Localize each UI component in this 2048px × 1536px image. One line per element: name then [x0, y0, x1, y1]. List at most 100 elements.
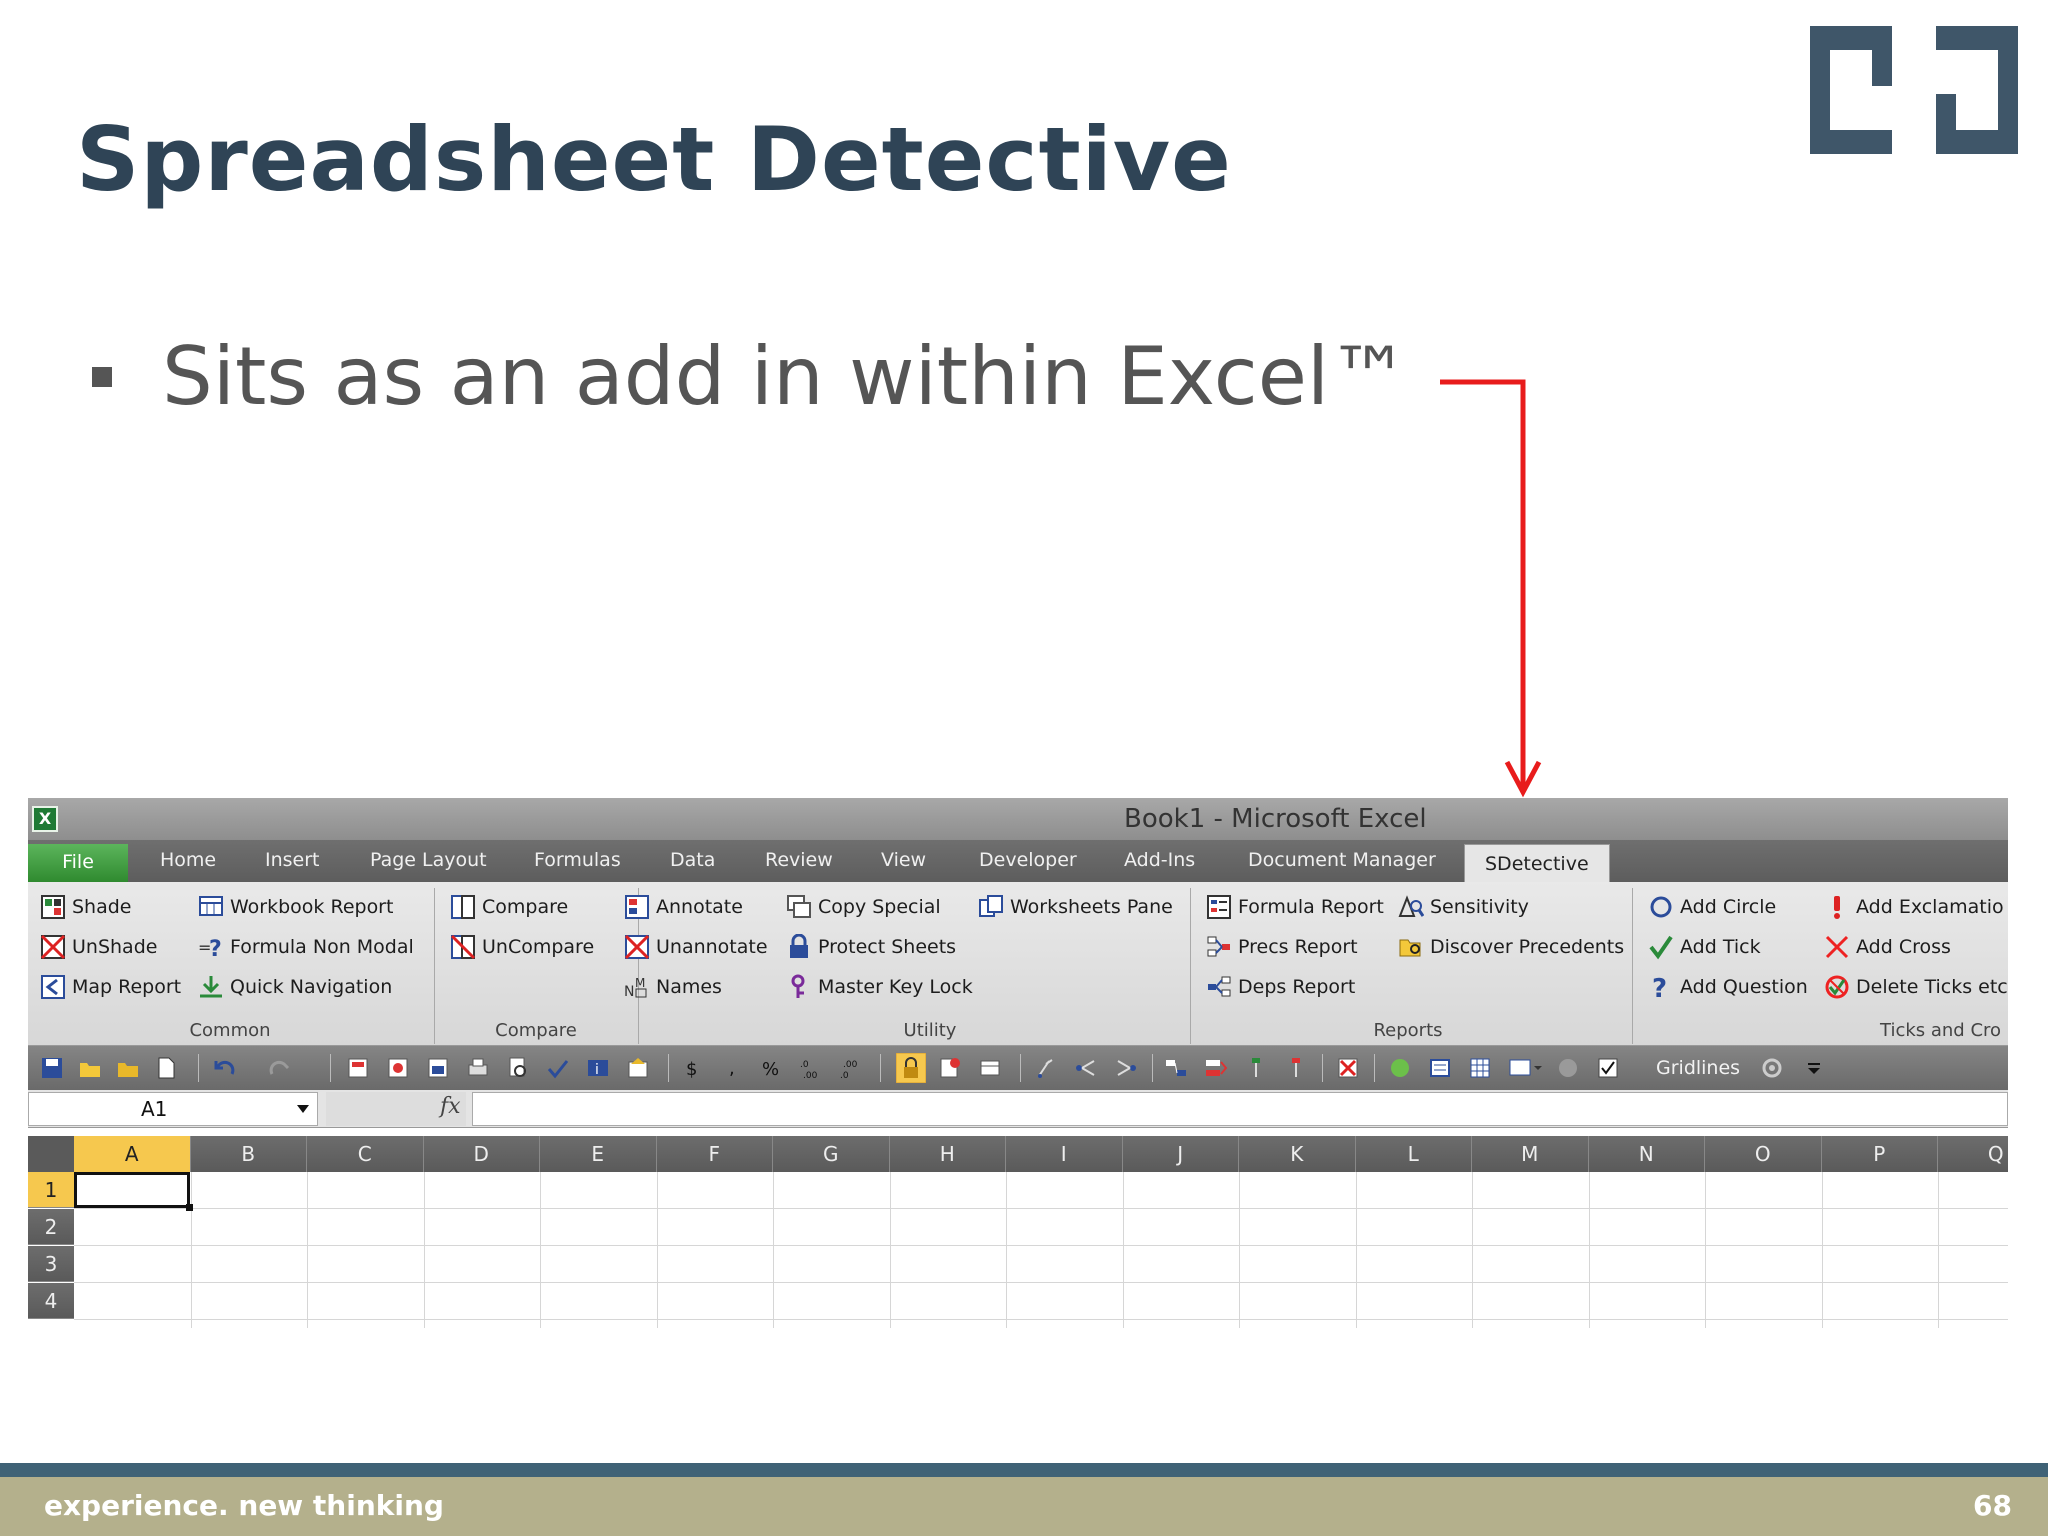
delete-ticks-button[interactable]: Delete Ticks etc.: [1824, 974, 2008, 1000]
column-header-n[interactable]: N: [1588, 1136, 1705, 1172]
column-header-c[interactable]: C: [307, 1136, 424, 1172]
row-header-1[interactable]: 1: [28, 1172, 74, 1208]
row-header-2[interactable]: 2: [28, 1209, 74, 1245]
tab-insert[interactable]: Insert: [265, 849, 320, 871]
annotate-button[interactable]: Annotate: [624, 894, 743, 920]
unshade-button[interactable]: UnShade: [40, 934, 157, 960]
toolbar-tool-icon[interactable]: [1284, 1056, 1308, 1080]
tab-developer[interactable]: Developer: [979, 849, 1077, 871]
shade-button[interactable]: Shade: [40, 894, 132, 920]
print-preview-icon[interactable]: [506, 1056, 530, 1080]
toolbar-tool-icon[interactable]: [1164, 1056, 1188, 1080]
sensitivity-button[interactable]: Sensitivity: [1398, 894, 1529, 920]
unannotate-button[interactable]: Unannotate: [624, 934, 768, 960]
column-header-k[interactable]: K: [1239, 1136, 1356, 1172]
percent-icon[interactable]: %: [760, 1056, 784, 1080]
view-dropdown-icon[interactable]: [1508, 1056, 1542, 1080]
column-header-d[interactable]: D: [423, 1136, 540, 1172]
column-header-j[interactable]: J: [1122, 1136, 1239, 1172]
tab-view[interactable]: View: [881, 849, 926, 871]
toolbar-tool-icon[interactable]: [626, 1056, 650, 1080]
save-icon[interactable]: [40, 1056, 64, 1080]
column-header-o[interactable]: O: [1705, 1136, 1822, 1172]
workbook-report-button[interactable]: Workbook Report: [198, 894, 393, 920]
map-report-button[interactable]: Map Report: [40, 974, 181, 1000]
add-question-button[interactable]: ? Add Question: [1648, 974, 1808, 1004]
protect-sheets-button[interactable]: Protect Sheets: [786, 933, 956, 960]
tab-add-ins[interactable]: Add-Ins: [1124, 849, 1195, 871]
toolbar-tool-icon[interactable]: [346, 1056, 370, 1080]
add-exclamation-button[interactable]: Add Exclamatio: [1824, 894, 2004, 920]
tab-sdetective[interactable]: SDetective: [1464, 844, 1610, 884]
toolbar-tool-icon[interactable]: [426, 1056, 450, 1080]
new-document-icon[interactable]: [154, 1056, 178, 1080]
currency-icon[interactable]: $: [680, 1056, 704, 1080]
master-key-lock-button[interactable]: Master Key Lock: [786, 974, 973, 1000]
column-header-a[interactable]: A: [74, 1136, 191, 1172]
add-cross-button[interactable]: Add Cross: [1824, 934, 1951, 960]
increase-decimal-icon[interactable]: .0.00: [800, 1056, 824, 1080]
compare-button[interactable]: Compare: [450, 894, 568, 920]
uncompare-button[interactable]: UnCompare: [450, 934, 594, 960]
tab-formulas[interactable]: Formulas: [534, 849, 621, 871]
toolbar-tool-icon[interactable]: [938, 1056, 962, 1080]
precs-report-button[interactable]: Precs Report: [1206, 934, 1358, 960]
add-tick-button[interactable]: Add Tick: [1648, 934, 1761, 960]
tab-page-layout[interactable]: Page Layout: [370, 849, 487, 871]
toolbar-tool-icon[interactable]: [386, 1056, 410, 1080]
column-header-q[interactable]: Q: [1938, 1136, 2008, 1172]
customize-toolbar-icon[interactable]: [1802, 1056, 1826, 1080]
column-header-p[interactable]: P: [1821, 1136, 1938, 1172]
trace-precedents-icon[interactable]: [1074, 1056, 1098, 1080]
column-header-h[interactable]: H: [889, 1136, 1006, 1172]
folder-icon[interactable]: [116, 1056, 140, 1080]
name-box[interactable]: A1: [28, 1092, 318, 1126]
add-circle-button[interactable]: Add Circle: [1648, 894, 1776, 920]
names-button[interactable]: NM Names: [624, 974, 722, 1000]
insert-function-icon[interactable]: fx: [440, 1094, 461, 1119]
column-header-i[interactable]: I: [1006, 1136, 1123, 1172]
row-header-3[interactable]: 3: [28, 1246, 74, 1282]
select-all-corner[interactable]: [28, 1136, 74, 1172]
formula-non-modal-button[interactable]: =? Formula Non Modal: [198, 934, 414, 962]
discover-precedents-button[interactable]: Discover Precedents: [1398, 934, 1624, 960]
settings-icon[interactable]: [1760, 1056, 1784, 1080]
print-icon[interactable]: [466, 1056, 490, 1080]
redo-icon[interactable]: [268, 1056, 292, 1080]
toolbar-tool-icon[interactable]: [1244, 1056, 1268, 1080]
deps-report-button[interactable]: Deps Report: [1206, 974, 1355, 1000]
tab-data[interactable]: Data: [670, 849, 715, 871]
trace-icon[interactable]: [1034, 1056, 1058, 1080]
quick-navigation-button[interactable]: Quick Navigation: [198, 974, 392, 1000]
column-header-f[interactable]: F: [656, 1136, 773, 1172]
excel-app-icon[interactable]: X: [32, 806, 58, 832]
undo-icon[interactable]: [212, 1056, 236, 1080]
gridlines-checkbox[interactable]: [1596, 1056, 1620, 1080]
toolbar-tool-icon[interactable]: [1428, 1056, 1452, 1080]
worksheet-grid[interactable]: ABCDEFGHIJKLMNOPQ 1234: [28, 1128, 2008, 1328]
toolbar-tool-icon[interactable]: [978, 1056, 1002, 1080]
column-header-b[interactable]: B: [190, 1136, 307, 1172]
column-header-m[interactable]: M: [1472, 1136, 1589, 1172]
tab-document-manager[interactable]: Document Manager: [1248, 849, 1436, 871]
chevron-down-icon[interactable]: [297, 1105, 309, 1113]
column-header-g[interactable]: G: [773, 1136, 890, 1172]
tab-file[interactable]: File: [28, 844, 128, 882]
green-circle-icon[interactable]: [1388, 1056, 1412, 1080]
grid-icon[interactable]: [1468, 1056, 1492, 1080]
lock-toggle-icon[interactable]: [896, 1053, 926, 1083]
tab-review[interactable]: Review: [765, 849, 833, 871]
copy-special-button[interactable]: Copy Special: [786, 894, 941, 920]
spelling-icon[interactable]: [546, 1056, 570, 1080]
worksheets-pane-button[interactable]: Worksheets Pane: [978, 894, 1173, 920]
column-header-e[interactable]: E: [540, 1136, 657, 1172]
trace-dependents-icon[interactable]: [1114, 1056, 1138, 1080]
info-icon[interactable]: i: [586, 1056, 610, 1080]
active-cell[interactable]: [74, 1172, 193, 1211]
toolbar-tool-icon[interactable]: [1204, 1056, 1228, 1080]
open-folder-icon[interactable]: [78, 1056, 102, 1080]
row-header-4[interactable]: 4: [28, 1283, 74, 1319]
tab-home[interactable]: Home: [160, 849, 216, 871]
globe-icon[interactable]: [1556, 1056, 1580, 1080]
formula-report-button[interactable]: Formula Report: [1206, 894, 1384, 920]
